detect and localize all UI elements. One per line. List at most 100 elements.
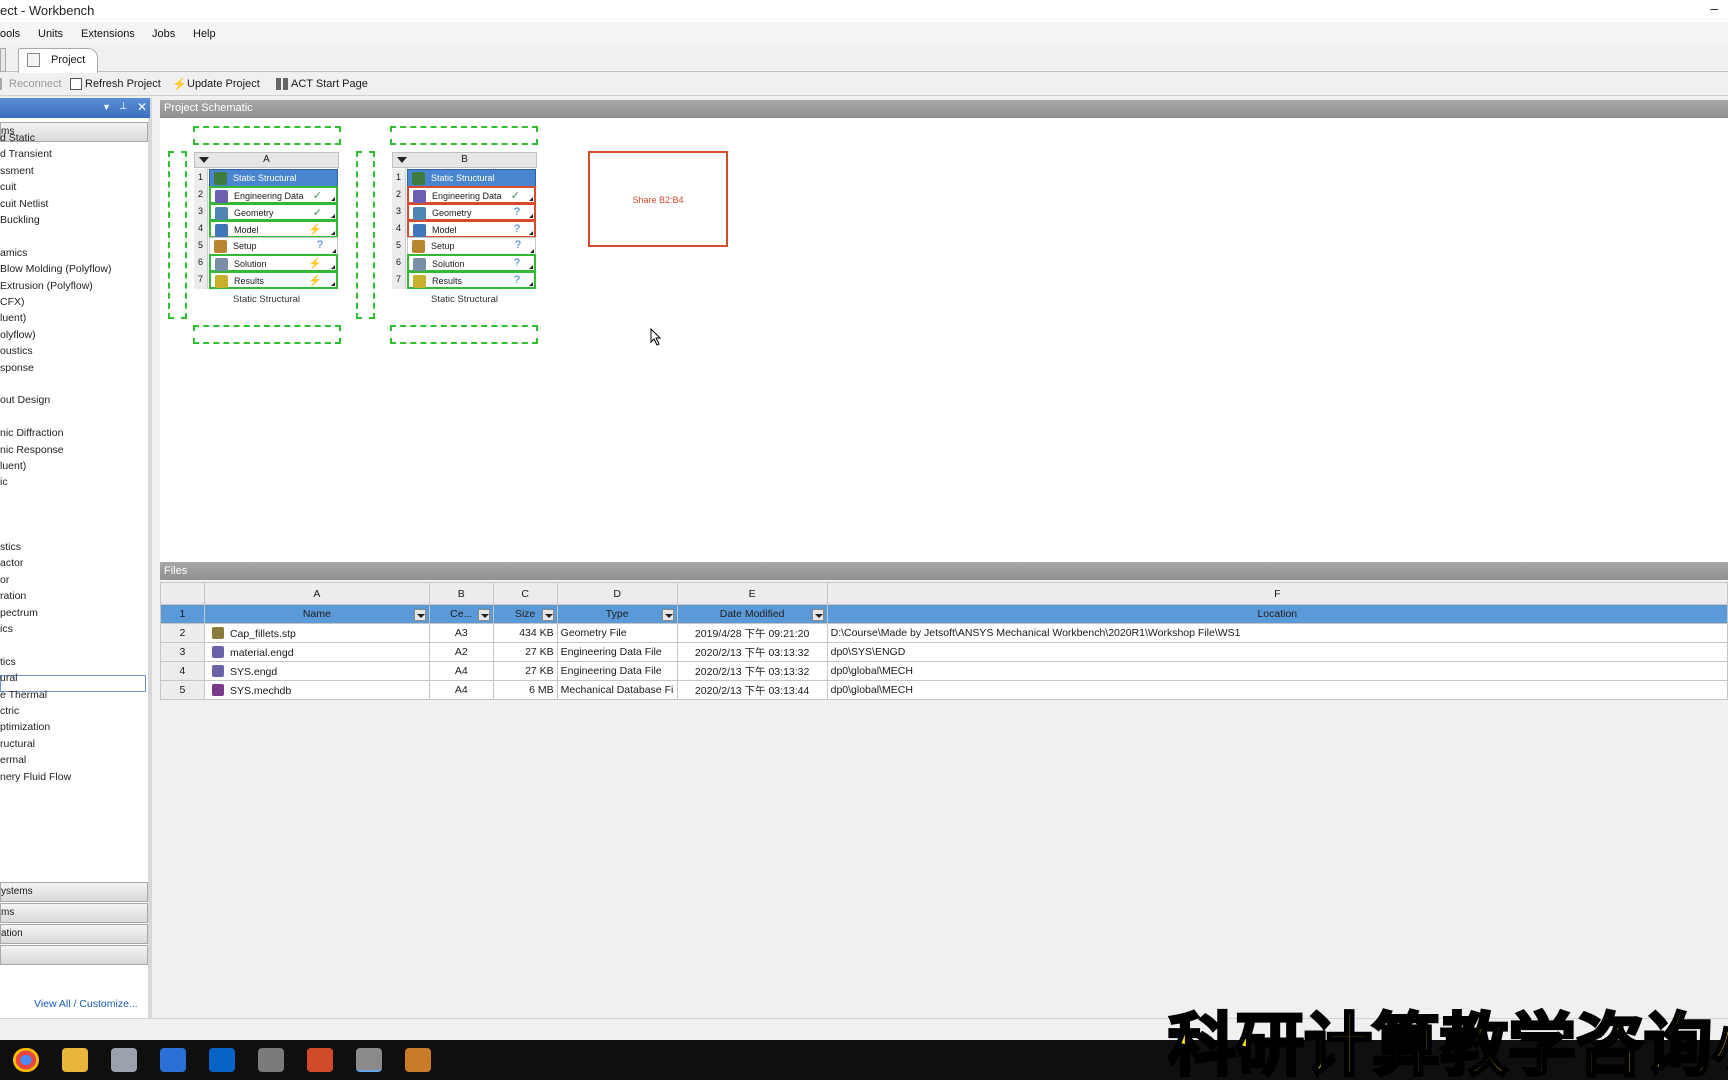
system-cell[interactable]: Results ⚡ xyxy=(209,271,338,289)
folder-icon[interactable] xyxy=(62,1048,88,1072)
filter-dropdown-icon[interactable] xyxy=(661,609,674,621)
toolbox-item[interactable]: luent) xyxy=(0,312,26,324)
header-location[interactable]: Location xyxy=(826,604,1728,624)
view-all-link[interactable]: View All / Customize... xyxy=(34,998,138,1010)
system-cell-row[interactable]: 6 Solution ⚡ xyxy=(194,254,339,272)
toolbox-group-ation[interactable]: ation xyxy=(0,924,148,944)
toolbox-item[interactable]: ermal xyxy=(0,754,26,766)
toolbox-item[interactable]: Buckling xyxy=(0,214,40,226)
toolbox-group-empty[interactable] xyxy=(0,945,148,965)
toolbox-item[interactable]: luent) xyxy=(0,460,26,472)
system-cell[interactable]: Engineering Data ✓ xyxy=(209,186,338,204)
toolbox-group-systems[interactable]: ystems xyxy=(0,882,148,902)
file-name-cell[interactable]: SYS.mechdb xyxy=(203,680,430,700)
menu-jobs[interactable]: Jobs xyxy=(152,28,175,40)
system-cell-row[interactable]: 6 Solution? xyxy=(392,254,537,272)
system-cell[interactable]: Geometry ✓ xyxy=(209,203,338,221)
system-cell-row[interactable]: 4 Model ⚡ xyxy=(194,220,339,238)
system-cell[interactable]: Setup? xyxy=(407,237,536,255)
pin-icon[interactable]: ⊥ xyxy=(119,101,128,112)
system-cell-row[interactable]: 1 Static Structural xyxy=(392,169,537,187)
filter-dropdown-icon[interactable] xyxy=(811,609,824,621)
toolbox-item[interactable]: Blow Molding (Polyflow) xyxy=(0,263,111,275)
file-name-cell[interactable]: Cap_fillets.stp xyxy=(203,623,430,643)
app-icon-2[interactable] xyxy=(405,1048,431,1072)
system-cell-row[interactable]: 2 Engineering Data ✓ xyxy=(194,186,339,204)
system-cell-row[interactable]: 7 Results ⚡ xyxy=(194,271,339,289)
file-name-cell[interactable]: SYS.engd xyxy=(203,661,430,681)
header-type[interactable]: Type xyxy=(556,604,678,624)
toolbox-item[interactable]: ptimization xyxy=(0,721,50,733)
workbench-active-icon[interactable] xyxy=(356,1048,382,1072)
system-cell-row[interactable]: 3 Geometry? xyxy=(392,203,537,221)
system-b[interactable]: B 1 Static Structural 2 Engineering Data ✓ 3 Ge… xyxy=(392,152,537,322)
toolbox-item[interactable]: ctric xyxy=(0,705,19,717)
close-icon[interactable]: ✕ xyxy=(137,100,147,114)
system-cell-row[interactable]: 3 Geometry ✓ xyxy=(194,203,339,221)
toolbox-group-ms[interactable]: ms xyxy=(0,903,148,923)
drop-target[interactable] xyxy=(193,126,341,145)
header-name[interactable]: Name xyxy=(203,604,430,624)
toolbox-item[interactable]: ural xyxy=(0,672,18,684)
system-caption[interactable]: Static Structural xyxy=(392,294,537,305)
system-cell-row[interactable]: 4 Model? xyxy=(392,220,537,238)
toolbox-item[interactable]: amics xyxy=(0,247,27,259)
system-caption[interactable]: Static Structural xyxy=(194,294,339,305)
system-cell[interactable]: Setup? xyxy=(209,237,338,255)
system-cell[interactable]: Static Structural xyxy=(407,169,536,187)
toolbox-item[interactable]: nic Diffraction xyxy=(0,427,63,439)
toolbox-item[interactable]: stics xyxy=(0,541,21,553)
toolbox-item[interactable]: d Static xyxy=(0,132,35,144)
drop-target[interactable] xyxy=(356,151,375,319)
toolbox-item[interactable]: oustics xyxy=(0,345,33,357)
toolbox-item[interactable]: pectrum xyxy=(0,607,38,619)
menu-units[interactable]: Units xyxy=(38,28,63,40)
filter-dropdown-icon[interactable] xyxy=(541,609,554,621)
toolbox-item[interactable]: e Thermal xyxy=(0,689,47,701)
drop-target[interactable] xyxy=(193,325,341,344)
sigma-icon[interactable] xyxy=(160,1048,186,1072)
system-cell-row[interactable]: 5 Setup? xyxy=(194,237,339,255)
header-date[interactable]: Date Modified xyxy=(676,604,828,624)
toolbox-item[interactable]: d Transient xyxy=(0,148,52,160)
toolbox-item[interactable]: Extrusion (Polyflow) xyxy=(0,280,93,292)
toolbox-item[interactable]: ructural xyxy=(0,738,35,750)
toolbox-item[interactable]: out Design xyxy=(0,394,50,406)
app-icon[interactable] xyxy=(111,1048,137,1072)
system-cell-row[interactable]: 2 Engineering Data ✓ xyxy=(392,186,537,204)
table-row[interactable]: 4 SYS.engd A4 27 KB Engineering Data File 202… xyxy=(160,661,1728,681)
act-start-page-button[interactable]: ACT Start Page xyxy=(276,78,368,90)
system-cell-row[interactable]: 7 Results? xyxy=(392,271,537,289)
table-row[interactable]: 3 material.engd A2 27 KB Engineering Data Fi… xyxy=(160,642,1728,662)
toolbox-item[interactable]: actor xyxy=(0,557,23,569)
toolbox-item[interactable]: tics xyxy=(0,656,16,668)
refresh-project-button[interactable]: Refresh Project xyxy=(70,78,161,90)
system-cell[interactable]: Model ⚡ xyxy=(209,220,338,238)
table-row[interactable]: 2 Cap_fillets.stp A3 434 KB Geometry File 201… xyxy=(160,623,1728,643)
toolbox-item[interactable]: ic xyxy=(0,476,8,488)
system-cell-row[interactable]: 5 Setup? xyxy=(392,237,537,255)
system-column-header[interactable]: A xyxy=(194,152,339,168)
system-cell[interactable]: Model? xyxy=(407,220,536,238)
share-box[interactable]: Share B2:B4 xyxy=(588,151,728,247)
drop-target[interactable] xyxy=(390,325,538,344)
toolbox-item[interactable]: CFX) xyxy=(0,296,25,308)
minimize-button[interactable]: – xyxy=(1710,0,1718,16)
reconnect-button[interactable]: Reconnect xyxy=(0,78,62,90)
tab-stub[interactable] xyxy=(0,48,6,72)
system-cell[interactable]: Static Structural xyxy=(209,169,338,187)
workbench-icon[interactable] xyxy=(258,1048,284,1072)
header-size[interactable]: Size xyxy=(492,604,558,624)
filter-dropdown-icon[interactable] xyxy=(413,609,426,621)
system-a[interactable]: A 1 Static Structural 2 Engineering Data ✓ 3 Ge… xyxy=(194,152,339,322)
menu-help[interactable]: Help xyxy=(193,28,216,40)
toolbox-item[interactable]: nery Fluid Flow xyxy=(0,771,71,783)
toolbox-item[interactable]: cuit Netlist xyxy=(0,198,48,210)
toolbox-item[interactable]: or xyxy=(0,574,9,586)
filter-dropdown-icon[interactable] xyxy=(477,609,490,621)
system-cell[interactable]: Results? xyxy=(407,271,536,289)
menu-tools[interactable]: ools xyxy=(0,28,20,40)
drop-target[interactable] xyxy=(168,151,187,319)
toolbox-item[interactable]: ics xyxy=(0,623,13,635)
toolbox-item[interactable]: sponse xyxy=(0,362,34,374)
